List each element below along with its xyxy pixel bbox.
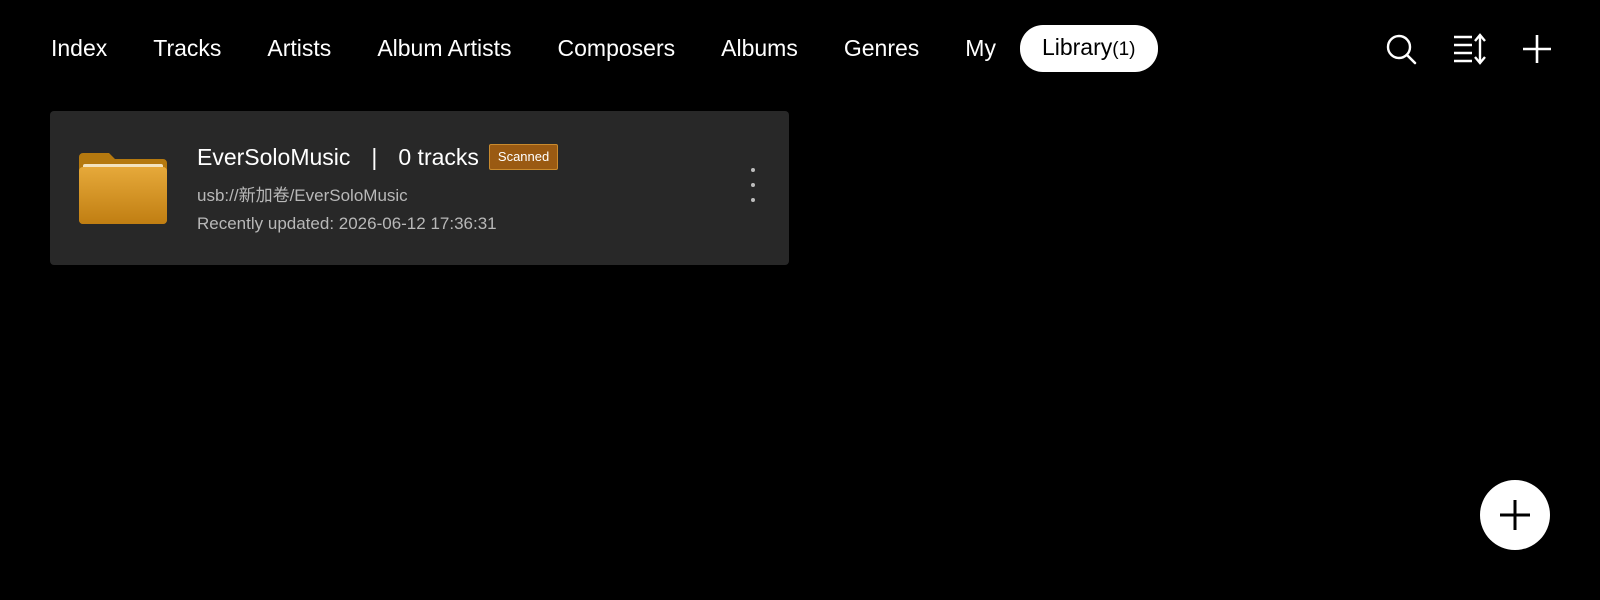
category-tabs: Index Tracks Artists Album Artists Compo… (51, 25, 1158, 72)
more-options-button[interactable] (747, 168, 759, 202)
library-updated: Recently updated: 2026-06-12 17:36:31 (197, 214, 497, 233)
tab-artists[interactable]: Artists (267, 26, 331, 71)
sort-icon (1454, 33, 1486, 65)
status-badge: Scanned (488, 144, 559, 170)
tab-tracks[interactable]: Tracks (153, 26, 221, 71)
add-button[interactable] (1518, 30, 1556, 68)
tab-library-label: Library (1041, 34, 1113, 60)
more-options-dot (751, 183, 755, 187)
tab-genres[interactable]: Genres (844, 26, 919, 71)
title-separator: | (371, 143, 378, 170)
add-icon (1523, 35, 1551, 63)
tab-library[interactable]: Library(1) (1019, 25, 1158, 72)
tab-composers[interactable]: Composers (558, 26, 676, 71)
top-navigation-bar: Index Tracks Artists Album Artists Compo… (0, 0, 1600, 98)
tab-index[interactable]: Index (51, 26, 107, 71)
sort-button[interactable] (1450, 30, 1488, 68)
track-count: 0 tracks (398, 143, 479, 170)
plus-icon (1500, 500, 1530, 530)
more-options-dot (751, 198, 755, 202)
add-library-fab[interactable] (1480, 480, 1550, 550)
search-button[interactable] (1382, 30, 1420, 68)
folder-icon (79, 153, 167, 224)
tab-albums[interactable]: Albums (721, 26, 798, 71)
library-card[interactable]: EverSoloMusic | 0 tracks Scanned usb://新… (50, 111, 789, 265)
tab-album-artists[interactable]: Album Artists (377, 26, 511, 71)
library-path: usb://新加卷/EverSoloMusic (197, 186, 408, 205)
tab-my[interactable]: My (965, 26, 996, 71)
library-title-row: EverSoloMusic | 0 tracks Scanned (197, 140, 559, 174)
more-options-dot (751, 168, 755, 172)
tab-library-count: (1) (1112, 39, 1136, 60)
search-icon (1386, 34, 1417, 65)
library-name: EverSoloMusic (197, 143, 351, 170)
toolbar (1352, 30, 1556, 68)
